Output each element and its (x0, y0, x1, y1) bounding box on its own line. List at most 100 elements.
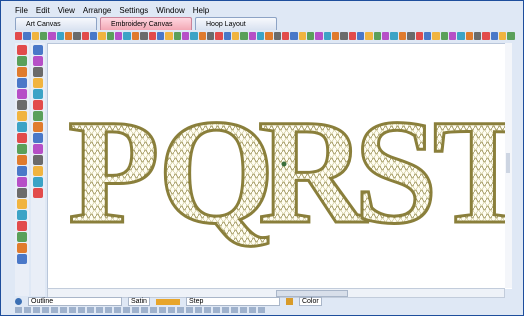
bottom-tool-button[interactable] (60, 307, 67, 313)
bottom-tool-button[interactable] (141, 307, 148, 313)
palette-tool-button[interactable] (17, 122, 27, 132)
bottom-tool-button[interactable] (195, 307, 202, 313)
bottom-tool-button[interactable] (87, 307, 94, 313)
toolbar-button[interactable] (98, 32, 106, 40)
palette-tool-button[interactable] (17, 111, 27, 121)
menu-settings[interactable]: Settings (119, 6, 148, 15)
toolbar-button[interactable] (173, 32, 181, 40)
palette-tool-button[interactable] (17, 144, 27, 154)
palette-tool-button[interactable] (17, 78, 27, 88)
bottom-tool-button[interactable] (213, 307, 220, 313)
palette-tool-button[interactable] (33, 78, 43, 88)
vertical-scroll-thumb[interactable] (506, 153, 510, 173)
toolbar-button[interactable] (357, 32, 365, 40)
toolbar-button[interactable] (265, 32, 273, 40)
toolbar-button[interactable] (48, 32, 56, 40)
toolbar-button[interactable] (473, 32, 482, 40)
palette-tool-button[interactable] (33, 122, 43, 132)
palette-tool-button[interactable] (33, 188, 43, 198)
palette-tool-button[interactable] (17, 56, 27, 66)
letter-t[interactable]: T (432, 88, 513, 257)
bottom-tool-button[interactable] (105, 307, 112, 313)
bottom-tool-button[interactable] (96, 307, 103, 313)
bottom-tool-button[interactable] (78, 307, 85, 313)
toolbar-button[interactable] (398, 32, 407, 40)
menu-file[interactable]: File (15, 6, 28, 15)
bottom-tool-button[interactable] (249, 307, 256, 313)
palette-tool-button[interactable] (17, 232, 27, 242)
toolbar-button[interactable] (440, 32, 448, 40)
palette-tool-button[interactable] (17, 67, 27, 77)
menu-help[interactable]: Help (193, 6, 209, 15)
toolbar-button[interactable] (90, 32, 98, 40)
toolbar-button[interactable] (332, 32, 340, 40)
palette-tool-button[interactable] (17, 188, 27, 198)
palette-tool-button[interactable] (17, 210, 27, 220)
toolbar-button[interactable] (31, 32, 40, 40)
toolbar-button[interactable] (390, 32, 398, 40)
toolbar-button[interactable] (215, 32, 223, 40)
toolbar-button[interactable] (482, 32, 490, 40)
toolbar-button[interactable] (190, 32, 198, 40)
bottom-tool-button[interactable] (132, 307, 139, 313)
letter-r[interactable]: R (257, 88, 370, 257)
palette-tool-button[interactable] (33, 67, 43, 77)
toolbar-button[interactable] (56, 32, 65, 40)
tab-embroidery-canvas[interactable]: Embroidery Canvas (100, 17, 192, 30)
toolbar-button[interactable] (248, 32, 256, 40)
toolbar-button[interactable] (315, 32, 323, 40)
toolbar-button[interactable] (365, 32, 373, 40)
toolbar-button[interactable] (73, 32, 81, 40)
palette-tool-button[interactable] (33, 133, 43, 143)
embroidery-canvas[interactable]: P Q R S T (47, 43, 512, 289)
bottom-tool-button[interactable] (258, 307, 265, 313)
bottom-tool-button[interactable] (177, 307, 184, 313)
palette-tool-button[interactable] (17, 133, 27, 143)
bottom-tool-button[interactable] (186, 307, 193, 313)
bottom-tool-button[interactable] (33, 307, 40, 313)
toolbar-button[interactable] (140, 32, 148, 40)
bottom-tool-button[interactable] (114, 307, 121, 313)
outline-dropdown[interactable]: Outline (28, 297, 122, 306)
toolbar-button[interactable] (432, 32, 440, 40)
palette-tool-button[interactable] (33, 155, 43, 165)
palette-tool-button[interactable] (33, 144, 43, 154)
palette-tool-button[interactable] (17, 89, 27, 99)
letter-p[interactable]: P (67, 88, 162, 257)
toolbar-button[interactable] (206, 32, 215, 40)
toolbar-button[interactable] (256, 32, 265, 40)
toolbar-button[interactable] (181, 32, 190, 40)
palette-tool-button[interactable] (33, 45, 43, 55)
toolbar-button[interactable] (15, 32, 23, 40)
toolbar-button[interactable] (148, 32, 156, 40)
toolbar-button[interactable] (307, 32, 315, 40)
menu-edit[interactable]: Edit (36, 6, 50, 15)
toolbar-button[interactable] (498, 32, 507, 40)
palette-tool-button[interactable] (33, 166, 43, 176)
palette-tool-button[interactable] (33, 100, 43, 110)
palette-tool-button[interactable] (17, 100, 27, 110)
bottom-tool-button[interactable] (51, 307, 58, 313)
toolbar-button[interactable] (415, 32, 423, 40)
palette-tool-button[interactable] (17, 254, 27, 264)
bottom-tool-button[interactable] (42, 307, 49, 313)
bottom-tool-button[interactable] (159, 307, 166, 313)
bottom-tool-button[interactable] (204, 307, 211, 313)
palette-tool-button[interactable] (33, 111, 43, 121)
bottom-tool-button[interactable] (15, 307, 22, 313)
palette-tool-button[interactable] (17, 243, 27, 253)
toolbar-button[interactable] (282, 32, 290, 40)
toolbar-button[interactable] (465, 32, 473, 40)
horizontal-scroll-thumb[interactable] (276, 290, 348, 297)
toolbar-button[interactable] (131, 32, 140, 40)
toolbar-button[interactable] (323, 32, 332, 40)
color-dropdown[interactable]: Color (298, 297, 322, 306)
palette-tool-button[interactable] (17, 221, 27, 231)
toolbar-button[interactable] (382, 32, 390, 40)
stitch-type-dropdown[interactable]: Satin (128, 297, 150, 306)
toolbar-button[interactable] (507, 32, 515, 40)
toolbar-button[interactable] (65, 32, 73, 40)
palette-tool-button[interactable] (33, 56, 43, 66)
toolbar-button[interactable] (273, 32, 281, 40)
toolbar-button[interactable] (373, 32, 382, 40)
